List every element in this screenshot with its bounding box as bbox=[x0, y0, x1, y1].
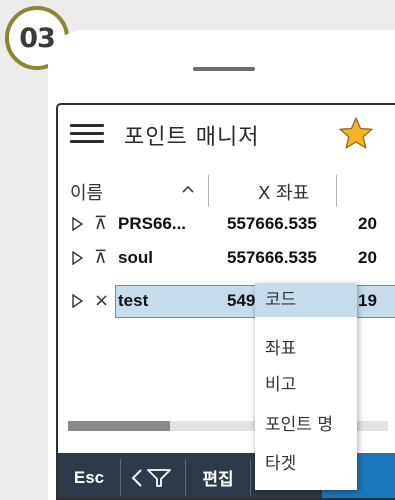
table-row[interactable]: ⊼ soul 557666.535 20 bbox=[58, 242, 395, 274]
phone-speaker-notch bbox=[193, 67, 255, 71]
star-icon[interactable] bbox=[338, 116, 374, 150]
point-type-icon: ⊼ bbox=[94, 247, 108, 268]
point-x: 557666.535 bbox=[227, 248, 317, 267]
menu-item-remark[interactable]: 비고 bbox=[255, 368, 357, 402]
expand-triangle-icon[interactable] bbox=[72, 217, 83, 231]
column-divider[interactable] bbox=[336, 175, 337, 207]
point-name: soul bbox=[118, 248, 153, 267]
esc-button[interactable]: Esc bbox=[58, 453, 120, 498]
point-name: PRS66... bbox=[118, 214, 187, 233]
point-y: 20 bbox=[358, 214, 377, 233]
table-header: 이름 X 좌표 bbox=[58, 175, 395, 207]
point-x: 549 bbox=[227, 291, 256, 310]
page-title: 포인트 매니저 bbox=[124, 125, 260, 150]
menu-item-target[interactable]: 타겟 bbox=[255, 447, 357, 481]
edit-button[interactable]: 편집 bbox=[186, 453, 250, 498]
filter-button[interactable] bbox=[121, 453, 185, 498]
point-name: test bbox=[118, 291, 149, 310]
point-x: 557666.535 bbox=[227, 214, 317, 233]
column-divider[interactable] bbox=[208, 175, 209, 207]
expand-triangle-icon[interactable] bbox=[72, 294, 83, 308]
scrollbar-thumb[interactable] bbox=[68, 421, 170, 431]
filter-icon bbox=[131, 468, 171, 487]
menu-item-point-name[interactable]: 포인트 명 bbox=[255, 408, 357, 442]
point-y: 19 bbox=[358, 291, 377, 310]
point-type-icon: ⊼ bbox=[94, 213, 108, 234]
column-header-x[interactable]: X 좌표 bbox=[258, 179, 309, 205]
sort-ascending-icon bbox=[182, 185, 194, 193]
menu-item-coordinate[interactable]: 좌표 bbox=[255, 332, 357, 366]
column-header-name[interactable]: 이름 bbox=[70, 179, 103, 205]
table-row[interactable]: ⊼ PRS66... 557666.535 20 bbox=[58, 208, 395, 240]
point-y: 20 bbox=[358, 248, 377, 267]
context-menu: 코드 좌표 비고 포인트 명 타겟 bbox=[255, 283, 357, 490]
hamburger-icon[interactable] bbox=[70, 124, 104, 144]
step-number: 03 bbox=[19, 22, 56, 54]
app-header: 포인트 매니저 bbox=[58, 105, 395, 165]
menu-item-code[interactable]: 코드 bbox=[255, 283, 357, 317]
point-type-icon: × bbox=[94, 290, 110, 311]
expand-triangle-icon[interactable] bbox=[72, 251, 83, 265]
